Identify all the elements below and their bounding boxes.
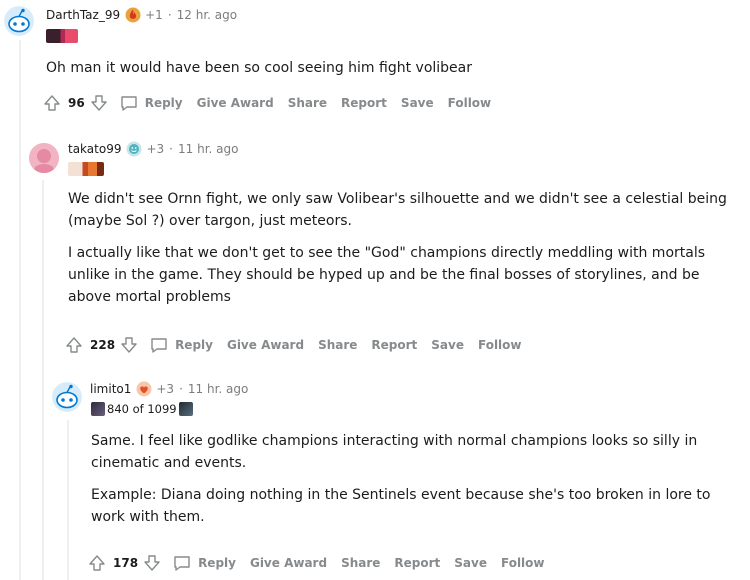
snoo-avatar-icon bbox=[52, 382, 82, 412]
comment-bubble-icon bbox=[174, 556, 190, 571]
comment-limito: limito1 +3 · 11 hr. ago 840 of 1099 Same… bbox=[0, 0, 750, 580]
username[interactable]: limito1 bbox=[90, 382, 131, 396]
separator-dot: · bbox=[179, 382, 183, 396]
award-count: +3 bbox=[156, 382, 175, 396]
give-award-button[interactable]: Give Award bbox=[250, 556, 327, 570]
champion-flair-icon bbox=[91, 402, 105, 416]
comment-paragraph: Same. I feel like godlike champions inte… bbox=[91, 433, 698, 471]
save-button[interactable]: Save bbox=[454, 556, 487, 570]
reply-button[interactable]: Reply bbox=[172, 553, 236, 573]
champion-flair-icon bbox=[178, 402, 193, 416]
follow-button[interactable]: Follow bbox=[501, 556, 545, 570]
downvote-icon[interactable] bbox=[142, 553, 162, 573]
share-button[interactable]: Share bbox=[341, 556, 380, 570]
report-button[interactable]: Report bbox=[394, 556, 440, 570]
heart-award-icon[interactable] bbox=[136, 381, 152, 397]
vote-score: 178 bbox=[113, 556, 139, 570]
avatar[interactable] bbox=[52, 382, 82, 412]
comment-actions: 178 Reply Give Award Share Report Save F… bbox=[87, 553, 559, 573]
comment-paragraph: Example: Diana doing nothing in the Sent… bbox=[91, 487, 711, 525]
user-flair: 840 of 1099 bbox=[91, 402, 193, 416]
timestamp[interactable]: 11 hr. ago bbox=[188, 382, 248, 396]
comment-body: Same. I feel like godlike champions inte… bbox=[91, 430, 741, 538]
reply-label: Reply bbox=[198, 556, 236, 570]
upvote-icon[interactable] bbox=[87, 553, 107, 573]
flair-text: 840 of 1099 bbox=[107, 402, 177, 416]
